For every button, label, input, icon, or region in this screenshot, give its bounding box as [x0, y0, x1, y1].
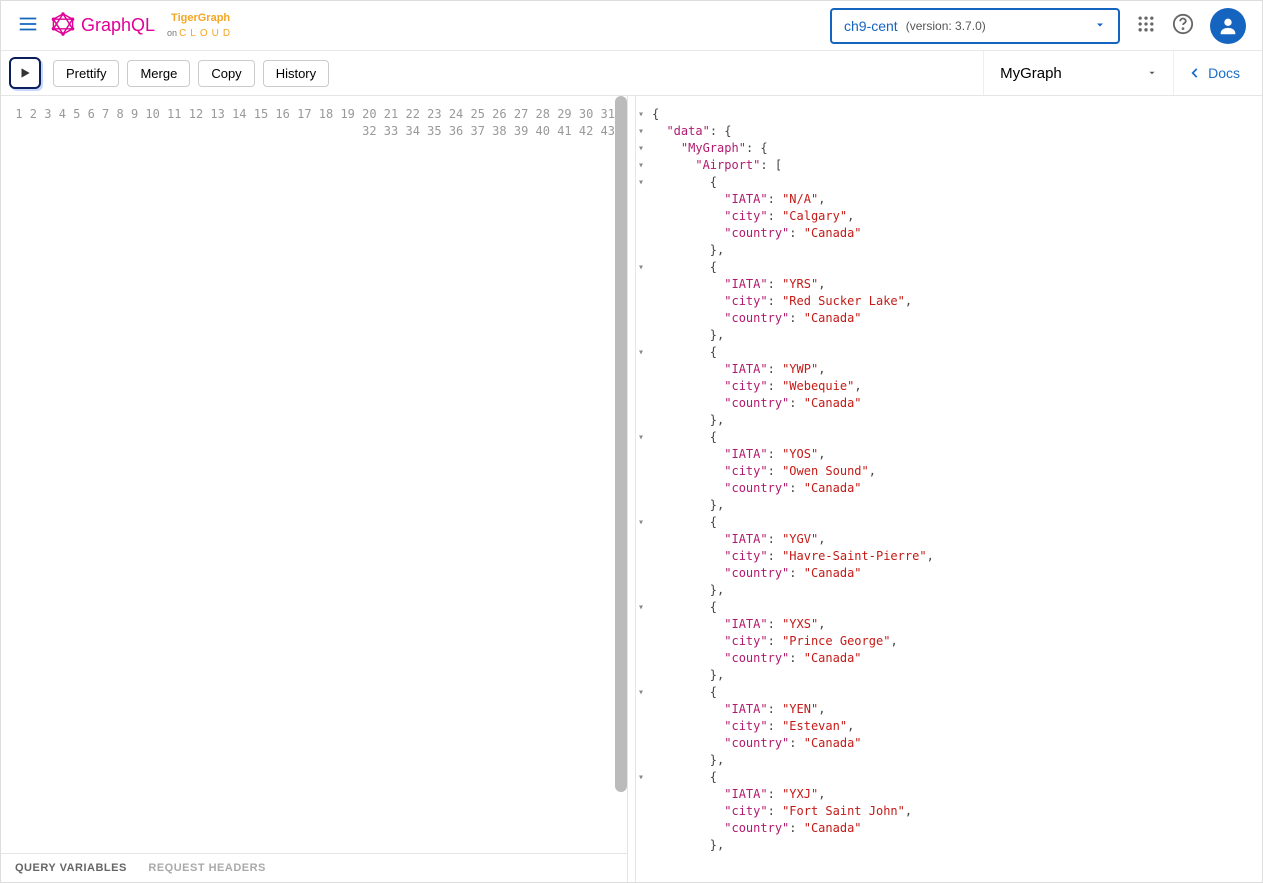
connection-selector[interactable]: ch9-cent (version: 3.7.0): [830, 8, 1120, 44]
connection-version: (version: 3.7.0): [906, 19, 986, 33]
tigergraph-label: TigerGraph: [171, 13, 234, 24]
history-button[interactable]: History: [263, 60, 329, 87]
editor-footer-tabs: QUERY VARIABLES REQUEST HEADERS: [1, 853, 627, 882]
main-area: 1 2 3 4 5 6 7 8 9 10 11 12 13 14 15 16 1…: [1, 95, 1262, 882]
result-fold-gutter[interactable]: ▾▾▾▾▾▾▾▾▾▾▾▾: [636, 96, 646, 882]
chevron-left-icon: [1188, 66, 1202, 80]
user-avatar[interactable]: [1210, 8, 1246, 44]
query-editor-pane: 1 2 3 4 5 6 7 8 9 10 11 12 13 14 15 16 1…: [1, 96, 628, 882]
tab-request-headers[interactable]: REQUEST HEADERS: [148, 862, 266, 874]
line-number-gutter: 1 2 3 4 5 6 7 8 9 10 11 12 13 14 15 16 1…: [1, 96, 621, 853]
graphql-icon: [51, 12, 75, 39]
merge-button[interactable]: Merge: [127, 60, 190, 87]
docs-button[interactable]: Docs: [1173, 51, 1254, 95]
copy-button[interactable]: Copy: [198, 60, 254, 87]
apps-icon[interactable]: [1136, 14, 1156, 37]
result-json[interactable]: { "data": { "MyGraph": { "Airport": [ { …: [646, 96, 1262, 882]
docs-label: Docs: [1208, 65, 1240, 81]
caret-down-icon: [1147, 65, 1157, 82]
result-pane: ▾▾▾▾▾▾▾▾▾▾▾▾ { "data": { "MyGraph": { "A…: [636, 96, 1262, 882]
query-editor[interactable]: 1 2 3 4 5 6 7 8 9 10 11 12 13 14 15 16 1…: [1, 96, 627, 853]
toolbar: Prettify Merge Copy History MyGraph Docs: [1, 51, 1262, 95]
prettify-button[interactable]: Prettify: [53, 60, 119, 87]
pane-divider[interactable]: [628, 96, 636, 882]
menu-icon[interactable]: [17, 13, 39, 38]
vertical-scrollbar[interactable]: [615, 96, 627, 853]
connection-name: ch9-cent: [844, 18, 898, 34]
play-icon: [18, 66, 32, 80]
app-logo: GraphQL TigerGraph onCLOUD: [51, 12, 234, 39]
tab-query-variables[interactable]: QUERY VARIABLES: [15, 862, 127, 874]
graph-selector[interactable]: MyGraph: [983, 51, 1173, 95]
cloud-label: CLOUD: [179, 28, 234, 39]
on-label: on: [167, 28, 177, 38]
app-header: GraphQL TigerGraph onCLOUD ch9-cent (ver…: [1, 1, 1262, 51]
app-title: GraphQL: [81, 15, 155, 36]
help-icon[interactable]: [1172, 13, 1194, 38]
run-button[interactable]: [9, 57, 41, 89]
caret-down-icon: [1094, 18, 1106, 34]
graph-selected-label: MyGraph: [1000, 65, 1062, 82]
